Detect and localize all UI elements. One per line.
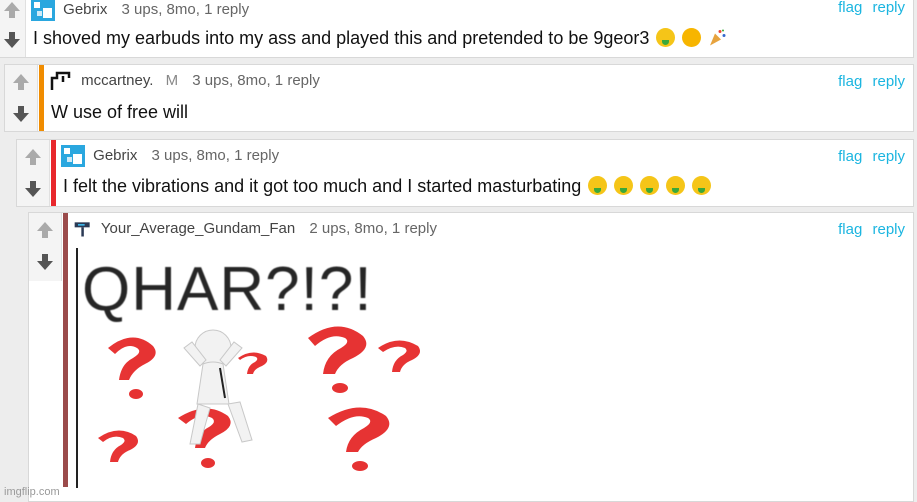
comment-actions: flag reply — [832, 73, 905, 90]
user-avatar[interactable] — [73, 218, 93, 240]
username-link[interactable]: Gebrix — [93, 147, 137, 164]
money-mouth-face-icon — [614, 176, 634, 195]
upvote-arrow-icon[interactable] — [3, 1, 21, 19]
vote-column — [0, 0, 26, 57]
thread-indent-stripe — [63, 213, 68, 487]
comment-actions: flag reply — [832, 148, 905, 165]
comment-meta: mccartney. M 3 ups, 8mo, 1 reply — [49, 70, 320, 92]
party-popper-icon — [710, 29, 726, 46]
comment-text-row: W use of free will — [51, 102, 188, 123]
flag-link[interactable]: flag — [838, 73, 862, 90]
comment: Gebrix 3 ups, 8mo, 1 reply flag reply I … — [16, 139, 914, 207]
downvote-arrow-icon[interactable] — [3, 31, 21, 49]
reply-link[interactable]: reply — [872, 148, 905, 165]
user-avatar[interactable] — [31, 0, 55, 21]
comment-meta: Your_Average_Gundam_Fan 2 ups, 8mo, 1 re… — [73, 218, 437, 240]
money-mouth-face-icon — [666, 176, 686, 195]
downvote-arrow-icon[interactable] — [12, 105, 30, 123]
comment-text-row: I felt the vibrations and it got too muc… — [63, 176, 712, 197]
comment: mccartney. M 3 ups, 8mo, 1 reply flag re… — [4, 64, 914, 132]
comment-text: I shoved my earbuds into my ass and play… — [33, 28, 650, 48]
money-mouth-face-icon — [640, 176, 660, 195]
meme-image[interactable]: QHAR?!?! — [76, 248, 436, 488]
downvote-arrow-icon[interactable] — [24, 180, 42, 198]
upvote-arrow-icon[interactable] — [36, 221, 54, 239]
comment-stats: 2 ups, 8mo, 1 reply — [309, 219, 437, 237]
money-mouth-face-icon — [692, 176, 712, 195]
rolling-laughing-face-icon — [682, 28, 702, 47]
username-link[interactable]: Your_Average_Gundam_Fan — [101, 220, 295, 237]
upvote-arrow-icon[interactable] — [12, 73, 30, 91]
user-avatar[interactable] — [49, 70, 73, 92]
money-mouth-face-icon — [656, 28, 676, 47]
mod-badge: M — [165, 71, 179, 89]
flag-link[interactable]: flag — [838, 148, 862, 165]
question-marks-illustration — [98, 326, 420, 471]
thread-indent-stripe — [51, 140, 56, 206]
reply-link[interactable]: reply — [872, 221, 905, 238]
comment-meta: Gebrix 3 ups, 8mo, 1 reply — [61, 145, 279, 167]
comment-stats: 3 ups, 8mo, 1 reply — [121, 0, 250, 18]
user-avatar[interactable] — [61, 145, 85, 167]
comment-stats: 3 ups, 8mo, 1 reply — [151, 146, 280, 164]
username-link[interactable]: Gebrix — [63, 1, 107, 18]
flag-link[interactable]: flag — [838, 0, 862, 16]
comment-stats: 3 ups, 8mo, 1 reply — [192, 71, 320, 89]
reply-link[interactable]: reply — [872, 0, 905, 16]
thread-indent-stripe — [39, 65, 44, 131]
username-link[interactable]: mccartney. — [81, 72, 153, 89]
vote-column — [29, 213, 62, 281]
comment-meta: Gebrix 3 ups, 8mo, 1 reply — [31, 0, 249, 21]
downvote-arrow-icon[interactable] — [36, 253, 54, 271]
comment-actions: flag reply — [832, 221, 905, 238]
reply-link[interactable]: reply — [872, 73, 905, 90]
vote-column — [5, 65, 38, 131]
vote-column — [17, 140, 50, 206]
upvote-arrow-icon[interactable] — [24, 148, 42, 166]
comment-text-row: I shoved my earbuds into my ass and play… — [33, 28, 726, 49]
comment-text: W use of free will — [51, 102, 189, 122]
comment-text: I felt the vibrations and it got too muc… — [63, 176, 582, 196]
comment: Gebrix 3 ups, 8mo, 1 reply flag reply I … — [0, 0, 914, 58]
flag-link[interactable]: flag — [838, 221, 862, 238]
watermark: imgflip.com — [4, 486, 60, 498]
money-mouth-face-icon — [588, 176, 608, 195]
comment-actions: flag reply — [832, 0, 905, 16]
